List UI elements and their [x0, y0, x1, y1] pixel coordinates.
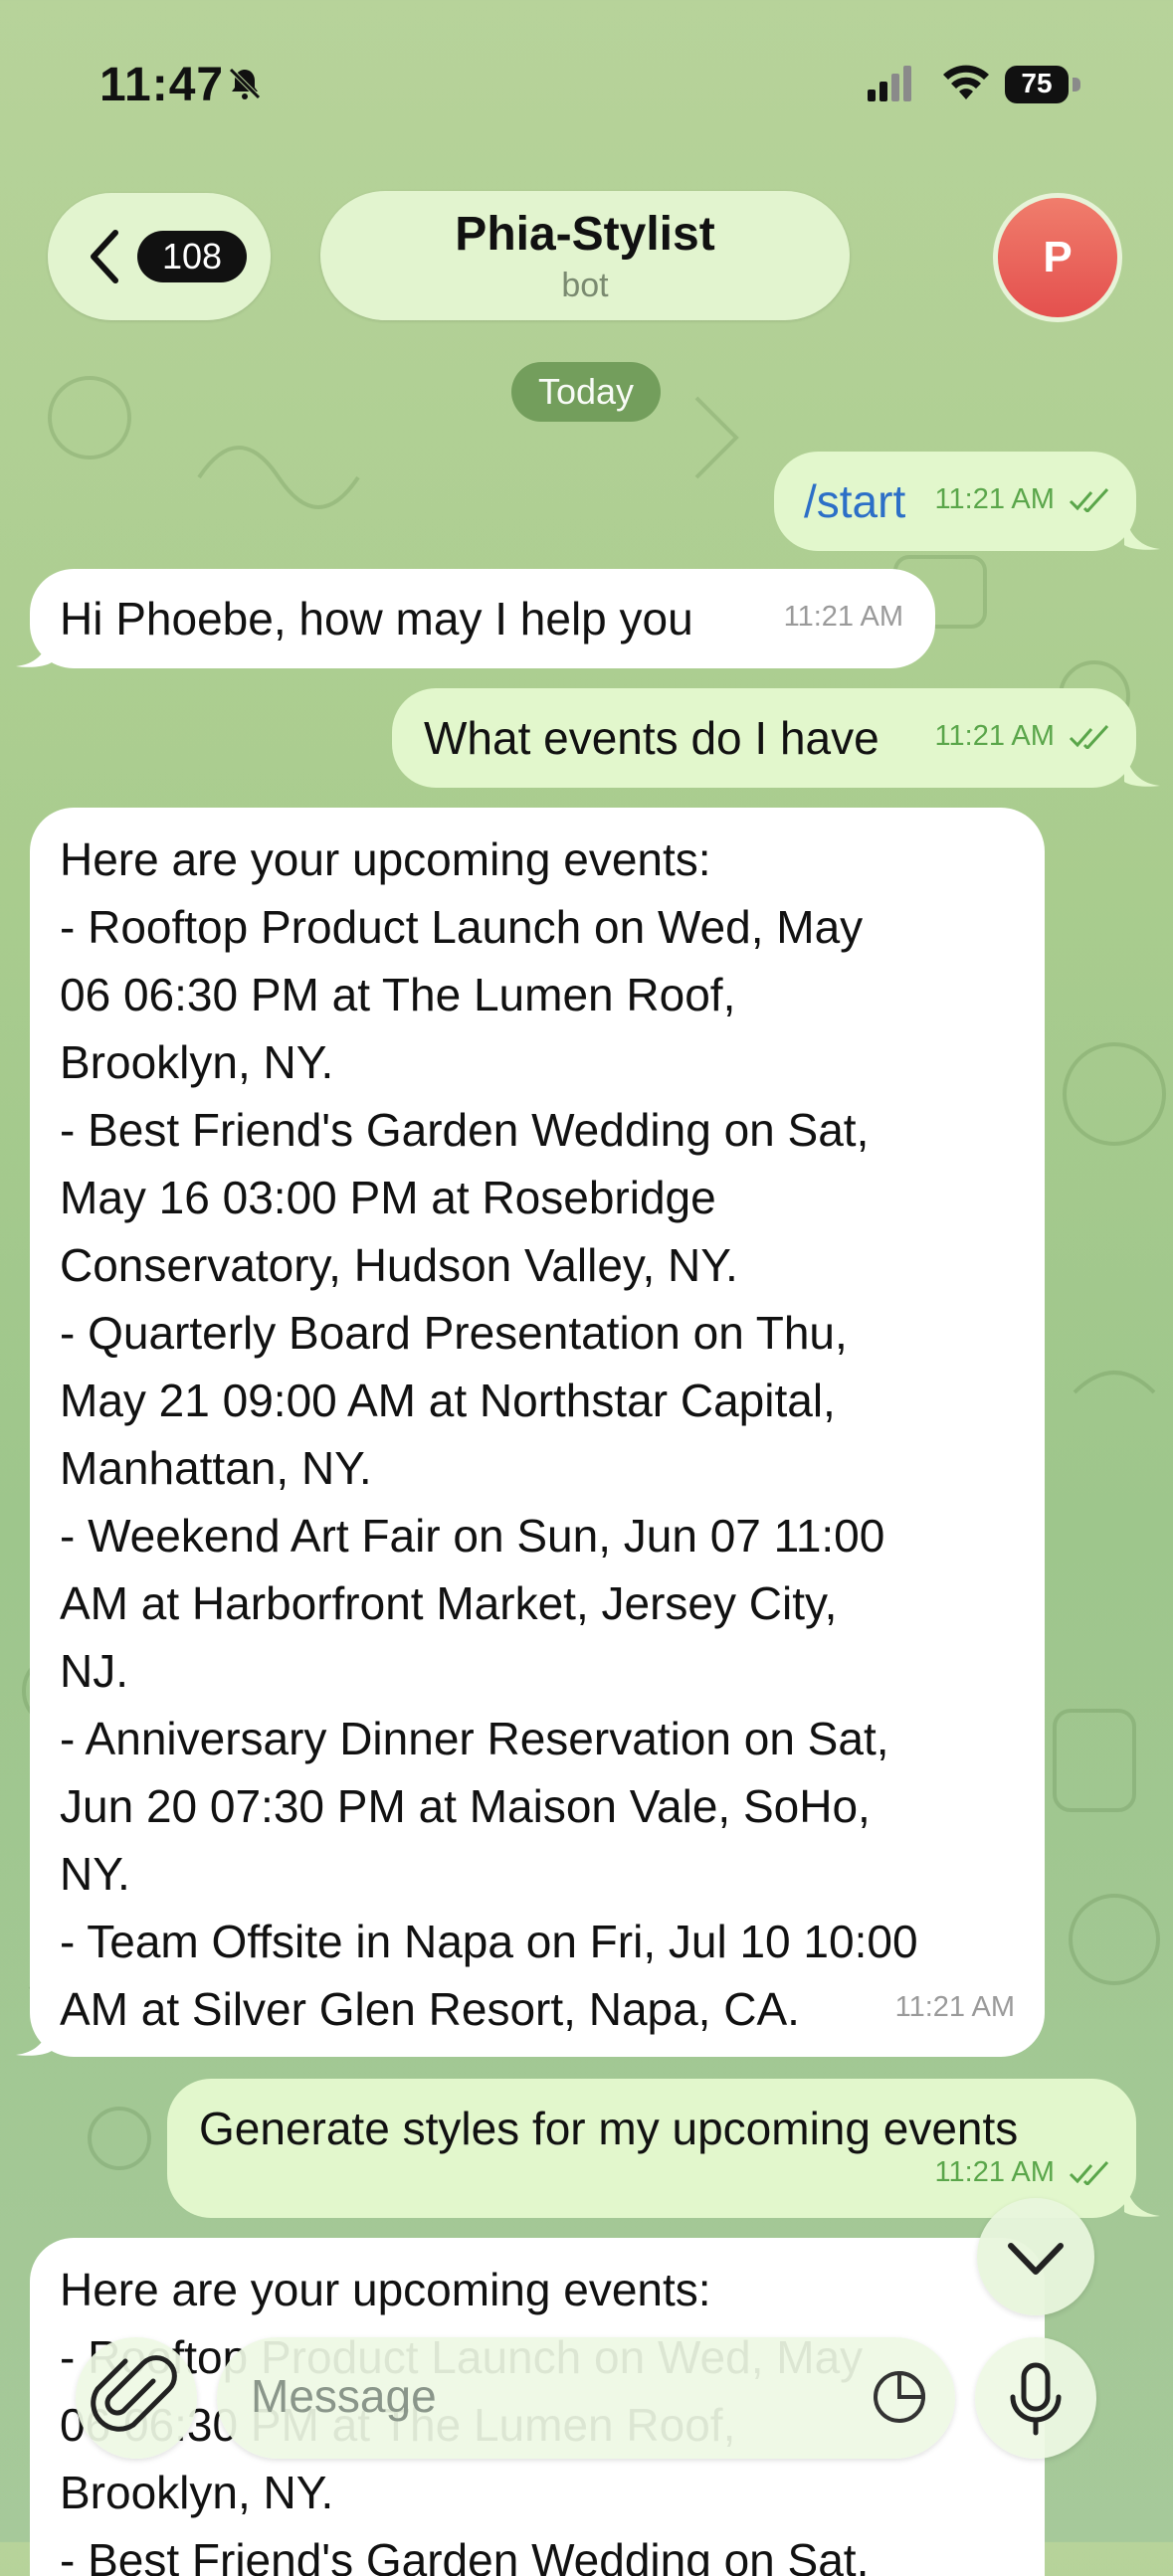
- message-text: Generate styles for my upcoming events: [199, 2103, 1019, 2154]
- battery-level: 75: [1021, 68, 1053, 98]
- message-time: 11:21 AM: [934, 2156, 1055, 2188]
- message-text: Here are your upcoming events: - Rooftop…: [60, 833, 918, 2035]
- message-text: Hi Phoebe, how may I help you: [60, 593, 693, 644]
- chevron-down-icon: [1008, 2243, 1064, 2275]
- scroll-to-bottom-button[interactable]: [977, 2198, 1094, 2315]
- message-time: 11:21 AM: [783, 601, 903, 633]
- bubble-tail: [16, 629, 52, 667]
- message-text: What events do I have: [424, 712, 880, 764]
- message-text[interactable]: /start: [804, 467, 905, 535]
- read-checkmarks-icon: [1069, 2161, 1109, 2186]
- message-input[interactable]: Message: [217, 2337, 955, 2459]
- bell-slash-icon: [229, 68, 261, 99]
- chat-title: Phia-Stylist: [455, 208, 715, 261]
- back-button[interactable]: 108: [48, 193, 271, 320]
- message-meta: 11:21 AM: [935, 702, 1112, 770]
- cellular-signal-icon: [868, 66, 911, 101]
- date-separator: Today: [511, 362, 661, 422]
- battery-indicator: 75: [1005, 66, 1084, 103]
- chat-title-button[interactable]: Phia-Stylist bot: [320, 191, 850, 320]
- bubble-tail: [1124, 748, 1160, 787]
- message-outgoing[interactable]: Generate styles for my upcoming events 1…: [167, 2079, 1136, 2218]
- microphone-icon: [1010, 2362, 1062, 2436]
- attach-button[interactable]: [76, 2337, 197, 2459]
- microphone-button[interactable]: [975, 2337, 1096, 2459]
- status-time: 11:47: [99, 59, 225, 111]
- message-incoming[interactable]: Hi Phoebe, how may I help you 11:21 AM: [30, 569, 935, 668]
- read-checkmarks-icon: [1069, 725, 1109, 750]
- chat-subtitle: bot: [561, 267, 609, 304]
- wifi-icon: [943, 65, 989, 99]
- bubble-tail: [1124, 511, 1160, 550]
- avatar[interactable]: P: [993, 193, 1122, 322]
- chevron-left-icon: [91, 230, 118, 283]
- message-input-placeholder: Message: [251, 2370, 437, 2422]
- unread-count-badge: 108: [137, 231, 247, 282]
- message-time: 11:21 AM: [894, 1991, 1015, 2023]
- message-meta: 11:21 AM: [935, 2138, 1112, 2206]
- message-time: 11:21 AM: [934, 483, 1055, 515]
- bubble-tail: [16, 2017, 52, 2056]
- bubble-tail: [1124, 2178, 1160, 2217]
- message-outgoing[interactable]: What events do I have 11:21 AM: [392, 688, 1136, 788]
- read-checkmarks-icon: [1069, 488, 1109, 513]
- paperclip-icon: [91, 2355, 177, 2432]
- message-outgoing[interactable]: /start 11:21 AM: [774, 452, 1136, 551]
- sticker-icon[interactable]: [870, 2367, 929, 2427]
- message-meta: 11:21 AM: [935, 465, 1112, 533]
- message-incoming[interactable]: Here are your upcoming events: - Rooftop…: [30, 808, 1045, 2057]
- status-bar: 11:47 75: [0, 0, 1173, 169]
- message-time: 11:21 AM: [934, 720, 1055, 752]
